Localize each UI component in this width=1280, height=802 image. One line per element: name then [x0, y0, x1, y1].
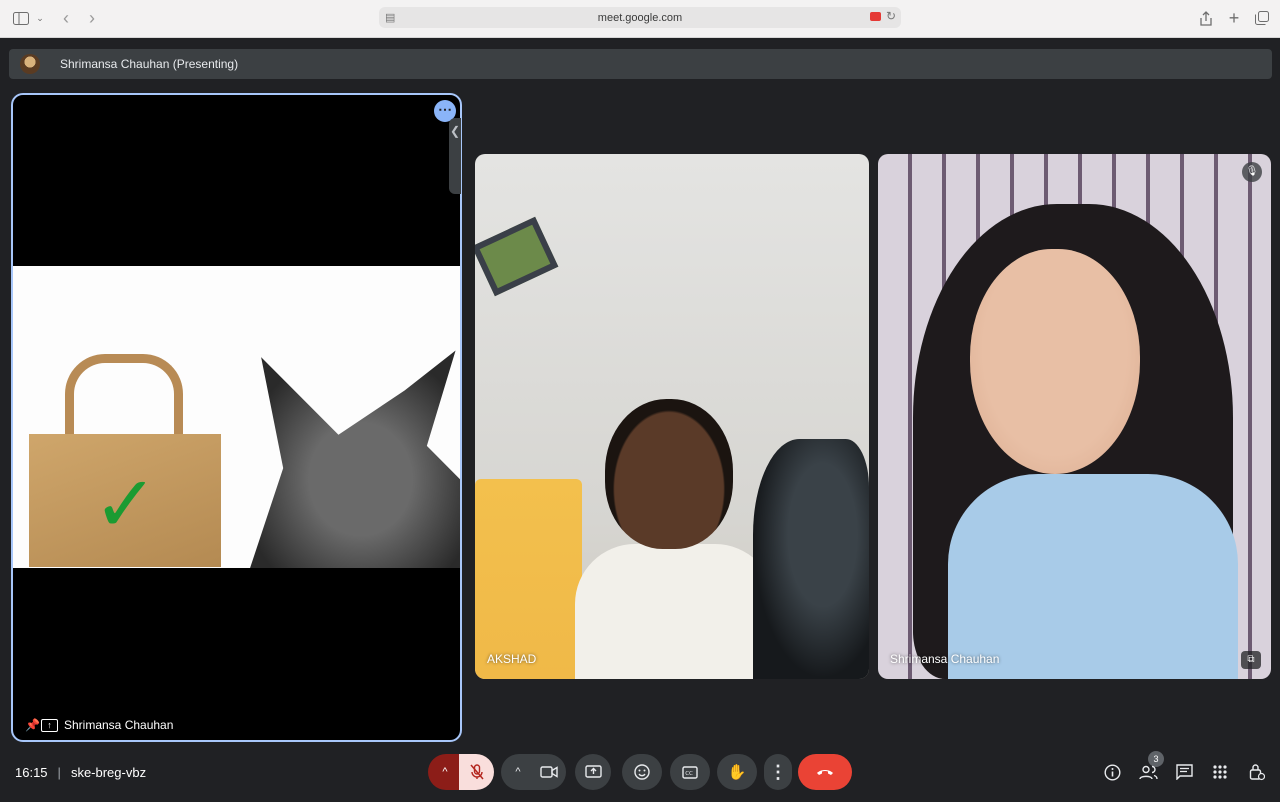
people-icon[interactable]: [1133, 757, 1163, 787]
more-vert-icon: ⋮: [769, 761, 787, 782]
mic-off-icon: [469, 764, 484, 780]
paper-bag-handle: [65, 354, 183, 440]
participant-face: [970, 249, 1140, 474]
plastic-bag: [250, 350, 460, 568]
apps-icon[interactable]: [1205, 757, 1235, 787]
end-call-icon: [817, 770, 833, 775]
meeting-info: 16:15 | ske-breg-vbz: [15, 765, 146, 780]
video-options-button[interactable]: ^: [501, 754, 535, 790]
chevron-up-icon: ^: [515, 766, 521, 778]
emoji-icon: [634, 764, 650, 780]
check-mark-icon: ✓: [93, 460, 159, 550]
end-call-button[interactable]: [798, 754, 852, 790]
avatar: [20, 54, 40, 74]
raise-hand-icon: ✋: [727, 764, 747, 781]
camera-video-icon: [539, 766, 558, 778]
chat-icon[interactable]: [1169, 757, 1199, 787]
presentation-tile[interactable]: ✓ ⋯ 📌 ↑ Shrimansa Chauhan: [11, 93, 462, 742]
browser-toolbar: ⌄ ‹ › ▤ meet.google.com ↻ +: [0, 0, 1280, 38]
present-screen-button[interactable]: [575, 754, 611, 790]
url-text: meet.google.com: [597, 11, 683, 24]
present-icon: ↑: [41, 718, 58, 732]
captions-button[interactable]: CC: [670, 754, 710, 790]
chevron-up-icon: ^: [442, 766, 448, 778]
separator: |: [57, 765, 61, 780]
presenting-banner: Shrimansa Chauhan (Presenting): [9, 49, 1272, 79]
more-options-button[interactable]: ⋮: [764, 754, 792, 790]
tabs-icon[interactable]: [1254, 9, 1270, 27]
svg-text:CC: CC: [685, 771, 693, 777]
participant-body: [575, 544, 775, 679]
participant-name: Shrimansa Chauhan: [890, 652, 1000, 666]
yellow-bag: [475, 479, 582, 679]
back-icon[interactable]: ‹: [58, 8, 74, 28]
new-tab-icon[interactable]: +: [1226, 8, 1242, 28]
participant-name: AKSHAD: [487, 652, 537, 666]
page-icon: ▤: [385, 12, 396, 24]
sidebar-icon[interactable]: [12, 9, 30, 27]
audio-options-button[interactable]: ^: [428, 754, 462, 790]
participant-head: [605, 399, 733, 549]
reactions-button[interactable]: [622, 754, 662, 790]
mic-off-icon: 🎙: [1242, 162, 1262, 182]
meet-stage: Shrimansa Chauhan (Presenting) ✓ ⋯ 📌 ↑ S…: [0, 38, 1280, 802]
participant-shirt: [948, 474, 1238, 679]
wall-frame: [475, 216, 559, 297]
camera-icon: [870, 12, 881, 21]
presenting-label: Shrimansa Chauhan (Presenting): [60, 57, 239, 71]
meeting-code: ske-breg-vbz: [70, 765, 147, 780]
participant-tile-akshad[interactable]: AKSHAD: [475, 154, 869, 679]
host-controls-icon[interactable]: [1242, 757, 1272, 787]
info-icon[interactable]: [1097, 757, 1127, 787]
camera-toggle-button[interactable]: [531, 754, 566, 790]
collapse-panel-handle[interactable]: ❮: [449, 118, 461, 194]
reload-icon[interactable]: ↻: [886, 9, 896, 23]
raise-hand-button[interactable]: ✋: [717, 754, 757, 790]
presentation-name-label: 📌 ↑ Shrimansa Chauhan: [25, 718, 173, 732]
share-icon[interactable]: [1198, 9, 1214, 27]
presenter-name: Shrimansa Chauhan: [64, 718, 174, 732]
address-bar[interactable]: ▤ meet.google.com ↻: [379, 7, 901, 28]
chevron-down-icon[interactable]: ⌄: [34, 9, 46, 27]
control-bar: 16:15 | ske-breg-vbz ^ ^ CC ✋ ⋮ 3: [0, 745, 1280, 802]
slide-image: ✓: [13, 266, 460, 568]
pin-icon: 📌: [25, 718, 40, 732]
forward-icon[interactable]: ›: [84, 8, 100, 28]
clock: 16:15: [15, 765, 48, 780]
participant-tile-shrimansa[interactable]: 🎙 Shrimansa Chauhan ⧉: [878, 154, 1271, 679]
present-screen-icon: [584, 765, 602, 778]
mic-toggle-button[interactable]: [459, 754, 494, 790]
black-plastic-bag: [753, 439, 869, 679]
pip-icon[interactable]: ⧉: [1241, 651, 1261, 669]
captions-icon: CC: [682, 765, 698, 779]
